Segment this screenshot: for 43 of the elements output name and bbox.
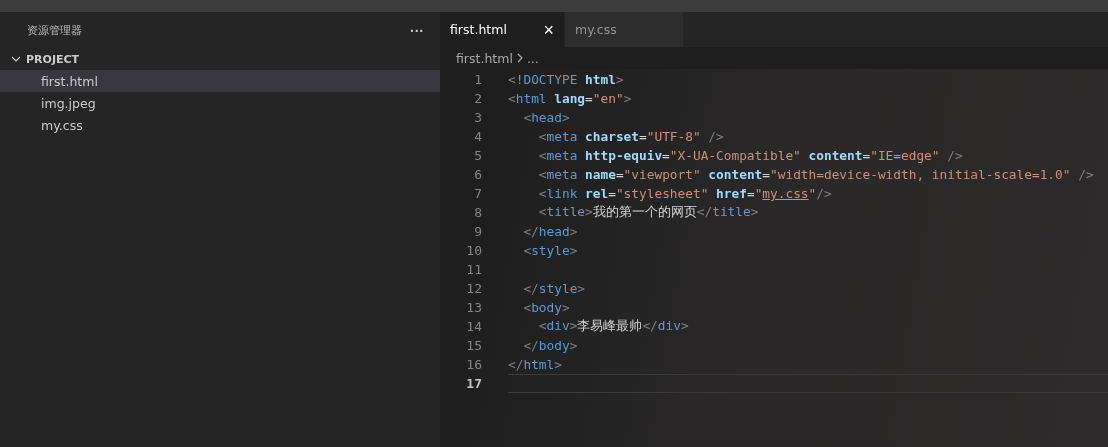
code-line: <title>我的第一个的网页</title> <box>537 204 759 221</box>
line-number: 5 <box>473 148 482 163</box>
editor-tab[interactable]: first.html × <box>440 12 565 47</box>
line-number: 11 <box>465 262 482 277</box>
code-line: <meta http-equiv="X-UA-Compatible" content="IE=edge" /> <box>537 148 963 163</box>
code-line: </body> <box>522 338 578 353</box>
file-item[interactable]: my.css <box>0 114 440 136</box>
line-number: 16 <box>465 357 482 372</box>
code-line: <div>李易峰最帅</div> <box>537 318 689 335</box>
line-number: 8 <box>473 205 482 220</box>
code-line: </html> <box>508 357 562 372</box>
breadcrumb-item[interactable]: ... <box>526 50 539 66</box>
code-line: </head> <box>522 224 578 239</box>
code-line: </style> <box>522 281 586 296</box>
code-line: <link rel="stylesheet" href="my.css"/> <box>537 186 832 201</box>
more-actions-button[interactable]: ··· <box>408 22 426 39</box>
line-number: 13 <box>465 300 482 315</box>
line-number: 15 <box>465 338 482 353</box>
code-line: <body> <box>522 300 570 315</box>
breadcrumb-item[interactable]: first.html <box>456 50 513 66</box>
editor-tab[interactable]: my.css <box>565 12 684 47</box>
line-number: 12 <box>465 281 482 296</box>
code-line: <html lang="en"> <box>508 91 632 106</box>
code-line: <style> <box>522 243 578 258</box>
line-number: 7 <box>473 186 482 201</box>
code-line: <!DOCTYPE html> <box>508 72 624 87</box>
line-number: 1 <box>473 72 482 87</box>
line-number: 10 <box>465 243 482 258</box>
line-number: 3 <box>473 110 482 125</box>
sidebar-title: 资源管理器 <box>27 23 82 38</box>
code-line: <meta name="viewport" content="width=device-width, initial-scale=1.0" /> <box>537 167 1094 182</box>
code-line: <meta charset="UTF-8" /> <box>537 129 724 144</box>
folder-name[interactable]: PROJECT <box>26 52 80 66</box>
line-number: 14 <box>465 319 482 334</box>
line-number: 2 <box>473 91 482 106</box>
line-number: 4 <box>473 129 482 144</box>
chevron-right-icon <box>515 53 524 63</box>
file-item[interactable]: img.jpeg <box>0 92 440 114</box>
code-line: <head> <box>522 110 570 125</box>
file-item[interactable]: first.html <box>0 70 440 92</box>
line-number: 6 <box>473 167 482 182</box>
line-number: 9 <box>473 224 482 239</box>
line-number: 17 <box>465 376 482 391</box>
